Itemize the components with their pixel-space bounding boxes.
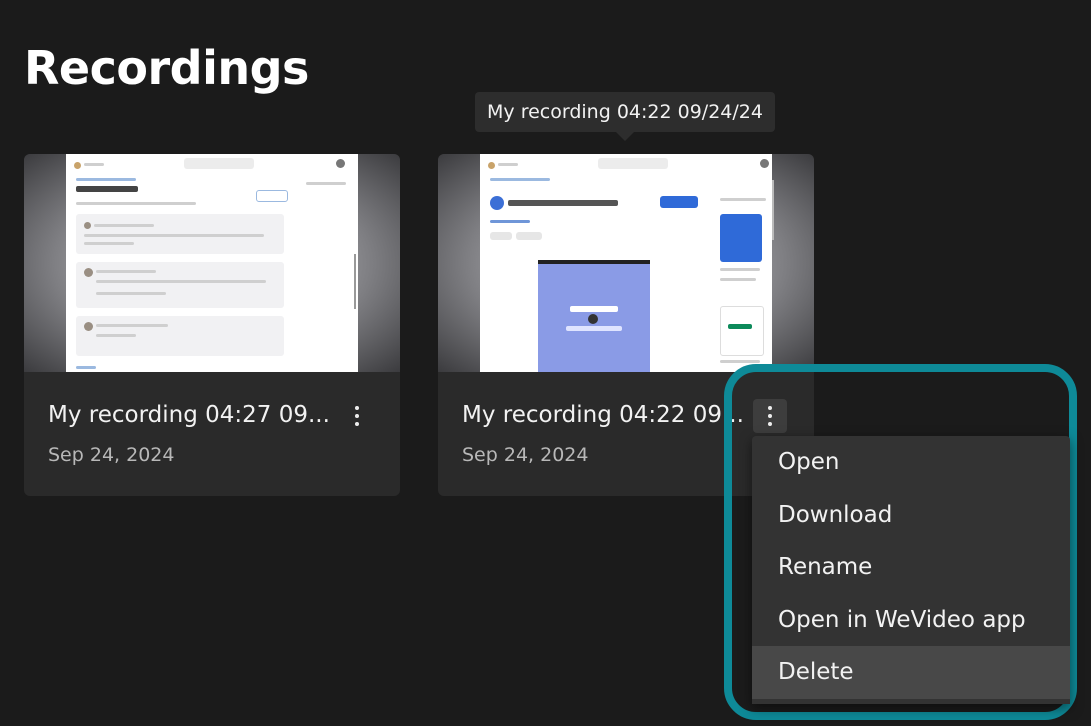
recording-date: Sep 24, 2024 — [48, 444, 175, 466]
menu-item-open-in-wevideo-app[interactable]: Open in WeVideo app — [752, 594, 1070, 647]
recordings-page: Recordings My recording 04:22 09/24/24 M… — [0, 0, 1091, 726]
menu-item-rename[interactable]: Rename — [752, 541, 1070, 594]
menu-item-delete[interactable]: Delete — [752, 646, 1070, 699]
recording-card[interactable]: My recording 04:27 09... Sep 24, 2024 — [24, 154, 400, 496]
recording-thumbnail[interactable] — [24, 154, 400, 372]
page-title: Recordings — [24, 41, 309, 95]
recording-thumbnail[interactable] — [438, 154, 814, 372]
menu-item-open[interactable]: Open — [752, 436, 1070, 489]
kebab-icon[interactable] — [340, 399, 374, 433]
kebab-icon[interactable] — [753, 399, 787, 433]
recording-context-menu: Open Download Rename Open in WeVideo app… — [752, 436, 1070, 704]
recording-date: Sep 24, 2024 — [462, 444, 589, 466]
thumbnail-screen-preview — [66, 154, 358, 372]
recording-title[interactable]: My recording 04:22 09... — [462, 398, 752, 432]
recording-title-tooltip: My recording 04:22 09/24/24 — [475, 92, 775, 141]
thumbnail-screen-preview — [480, 154, 774, 372]
recording-title[interactable]: My recording 04:27 09... — [48, 398, 338, 432]
menu-item-download[interactable]: Download — [752, 489, 1070, 542]
